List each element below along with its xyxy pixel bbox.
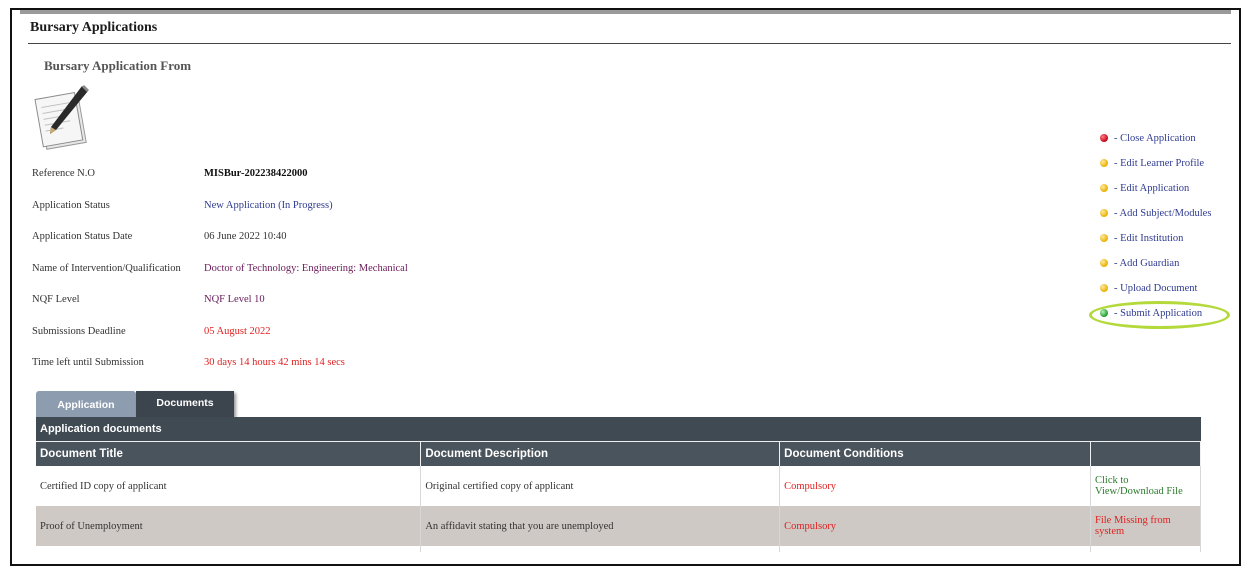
close-application-action[interactable]: - Close Application xyxy=(1100,133,1196,144)
info-value: Doctor of Technology: Engineering: Mecha… xyxy=(204,263,408,274)
documents-table: Application documents Document Title Doc… xyxy=(36,417,1201,552)
action-label: - Add Subject/Modules xyxy=(1114,208,1212,219)
green-status-dot-icon xyxy=(1100,308,1108,317)
action-label: - Close Application xyxy=(1114,133,1196,144)
info-label: NQF Level xyxy=(32,294,80,305)
table-row: Proof of Unemployment An affidavit stati… xyxy=(36,506,1201,546)
header-divider xyxy=(28,43,1231,44)
info-value: 05 August 2022 xyxy=(204,326,271,337)
tab-documents[interactable]: Documents xyxy=(136,391,234,417)
info-label: Name of Intervention/Qualification xyxy=(32,263,181,274)
info-label: Reference N.O xyxy=(32,168,95,179)
document-title-cell: Proof of Unemployment xyxy=(36,506,422,546)
yellow-status-dot-icon xyxy=(1100,183,1108,192)
action-label: - Edit Institution xyxy=(1114,233,1184,244)
column-header-file xyxy=(1090,440,1201,466)
action-label: - Edit Learner Profile xyxy=(1114,158,1205,169)
document-pencil-icon xyxy=(34,85,89,150)
action-label: - Edit Application xyxy=(1114,183,1190,194)
yellow-status-dot-icon xyxy=(1100,158,1108,167)
submit-application-action[interactable]: - Submit Application xyxy=(1100,308,1202,319)
info-value: New Application (In Progress) xyxy=(204,200,333,211)
upload-document-action[interactable]: - Upload Document xyxy=(1100,283,1197,294)
document-description-cell: Original certified copy of applicant xyxy=(420,466,781,506)
tab-application[interactable]: Application xyxy=(36,391,136,417)
action-label: - Add Guardian xyxy=(1114,258,1180,269)
info-value: 30 days 14 hours 42 mins 14 secs xyxy=(204,357,345,368)
yellow-status-dot-icon xyxy=(1100,208,1108,217)
document-condition-cell: Compulsory xyxy=(779,466,1091,506)
info-label: Time left until Submission xyxy=(32,357,144,368)
edit-application-action[interactable]: - Edit Application xyxy=(1100,183,1189,194)
add-guardian-action[interactable]: - Add Guardian xyxy=(1100,258,1179,269)
action-label: - Upload Document xyxy=(1114,283,1198,294)
document-title-cell: Certified ID copy of applicant xyxy=(36,466,422,506)
action-label: - Submit Application xyxy=(1114,308,1203,319)
add-subject-modules-action[interactable]: - Add Subject/Modules xyxy=(1100,208,1211,219)
documents-section-title: Application documents xyxy=(36,417,1201,441)
view-download-file-link[interactable]: Click to View/Download File xyxy=(1090,466,1201,506)
red-status-dot-icon xyxy=(1100,133,1108,142)
edit-institution-action[interactable]: - Edit Institution xyxy=(1100,233,1183,244)
info-label: Application Status Date xyxy=(32,231,133,242)
info-label: Application Status xyxy=(32,200,110,211)
form-subtitle: Bursary Application From xyxy=(44,58,192,73)
page-title: Bursary Applications xyxy=(30,20,158,35)
column-header-title: Document Title xyxy=(36,440,422,466)
file-missing-status: File Missing from system xyxy=(1090,506,1201,546)
column-header-description: Document Description xyxy=(420,440,781,466)
info-label: Submissions Deadline xyxy=(32,326,126,337)
top-divider xyxy=(20,10,1231,14)
info-value: NQF Level 10 xyxy=(204,294,265,305)
yellow-status-dot-icon xyxy=(1100,258,1108,267)
table-row: Certified ID copy of applicant Original … xyxy=(36,466,1201,506)
document-description-cell: An affidavit stating that you are unempl… xyxy=(420,506,781,546)
document-condition-cell: Compulsory xyxy=(779,506,1091,546)
table-row-partial xyxy=(36,546,1201,552)
info-value: 06 June 2022 10:40 xyxy=(204,231,287,242)
edit-learner-profile-action[interactable]: - Edit Learner Profile xyxy=(1100,158,1204,169)
info-value: MISBur-202238422000 xyxy=(204,168,308,179)
column-header-conditions: Document Conditions xyxy=(779,440,1091,466)
yellow-status-dot-icon xyxy=(1100,283,1108,292)
yellow-status-dot-icon xyxy=(1100,233,1108,242)
